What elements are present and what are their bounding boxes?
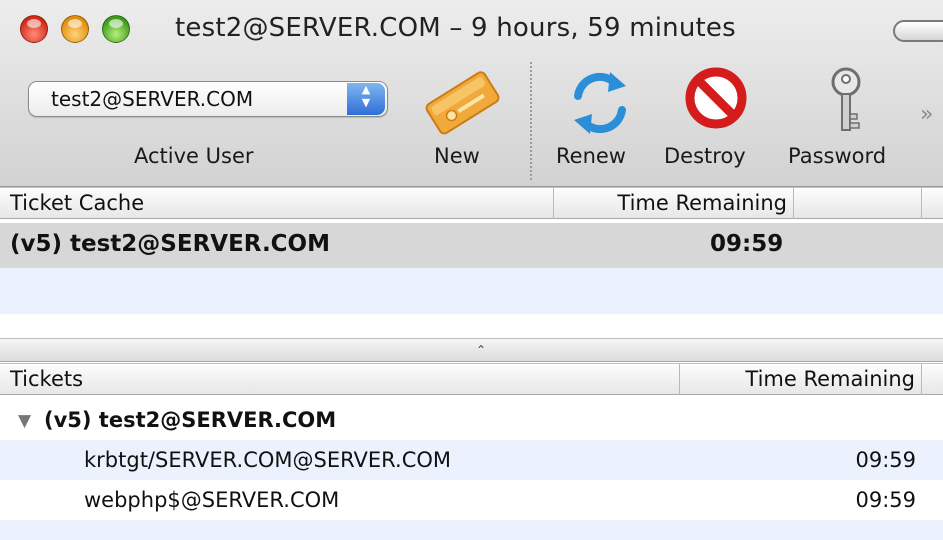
active-user-select[interactable]: test2@SERVER.COM ▲ ▼: [28, 81, 388, 117]
destroy-button-label: Destroy: [664, 144, 746, 168]
toolbar-separator: [530, 62, 532, 180]
renew-button[interactable]: Renew: [556, 66, 640, 186]
ticket-group-principal: (v5) test2@SERVER.COM: [44, 408, 337, 432]
ticket-row[interactable]: webphp$@SERVER.COM 09:59: [0, 480, 943, 520]
cache-extra-column-header: [794, 188, 922, 219]
window-title: test2@SERVER.COM – 9 hours, 59 minutes: [175, 13, 736, 43]
password-button[interactable]: Password: [788, 66, 886, 186]
new-button[interactable]: New: [422, 66, 502, 186]
ticket-icon: [425, 71, 500, 135]
ticket-cache-header: Ticket Cache Time Remaining: [0, 187, 943, 219]
toolbar-toggle-button[interactable]: [893, 20, 943, 42]
destroy-button[interactable]: Destroy: [664, 66, 756, 186]
no-sign-icon: [685, 67, 747, 129]
renew-button-label: Renew: [556, 144, 626, 168]
disclosure-triangle-icon[interactable]: ▼: [18, 411, 31, 431]
window-toolbar: test2@SERVER.COM – 9 hours, 59 minutes t…: [0, 0, 943, 187]
ticket-cache-empty-row: [0, 268, 943, 314]
cache-time-remaining-column-header[interactable]: Time Remaining: [554, 188, 794, 219]
cache-time-remaining: 09:59: [710, 231, 784, 257]
splitter-handle-icon: ⌃: [476, 343, 487, 357]
password-button-label: Password: [788, 144, 887, 168]
ticket-service-name: webphp$@SERVER.COM: [84, 488, 340, 512]
ticket-time-remaining: 09:59: [855, 488, 916, 512]
renew-arrows-icon: [574, 72, 626, 134]
ticket-service-name: krbtgt/SERVER.COM@SERVER.COM: [84, 448, 452, 472]
zoom-window-button[interactable]: [102, 15, 130, 43]
tickets-time-remaining-column-header[interactable]: Time Remaining: [680, 364, 922, 395]
popup-arrows-icon: ▲ ▼: [347, 83, 385, 115]
minimize-window-button[interactable]: [61, 15, 89, 43]
close-window-button[interactable]: [20, 15, 48, 43]
ticket-cache-row-selected[interactable]: (v5) test2@SERVER.COM 09:59: [0, 223, 943, 268]
tickets-column-header[interactable]: Tickets: [0, 364, 680, 395]
ticket-time-remaining: 09:59: [855, 448, 916, 472]
tickets-header: Tickets Time Remaining: [0, 363, 943, 395]
toolbar-overflow-chevron-icon[interactable]: »: [920, 102, 933, 127]
new-button-label: New: [434, 144, 480, 168]
ticket-cache-column-header[interactable]: Ticket Cache: [0, 188, 554, 219]
ticket-row[interactable]: krbtgt/SERVER.COM@SERVER.COM 09:59: [0, 440, 943, 480]
cache-principal: (v5) test2@SERVER.COM: [10, 231, 331, 257]
key-icon: [831, 67, 861, 131]
tickets-empty-row: [0, 520, 943, 540]
ticket-group-row[interactable]: ▼ (v5) test2@SERVER.COM: [0, 400, 943, 440]
pane-splitter[interactable]: ⌃: [0, 338, 943, 362]
active-user-value: test2@SERVER.COM: [51, 87, 254, 111]
active-user-label: Active User: [134, 144, 254, 168]
